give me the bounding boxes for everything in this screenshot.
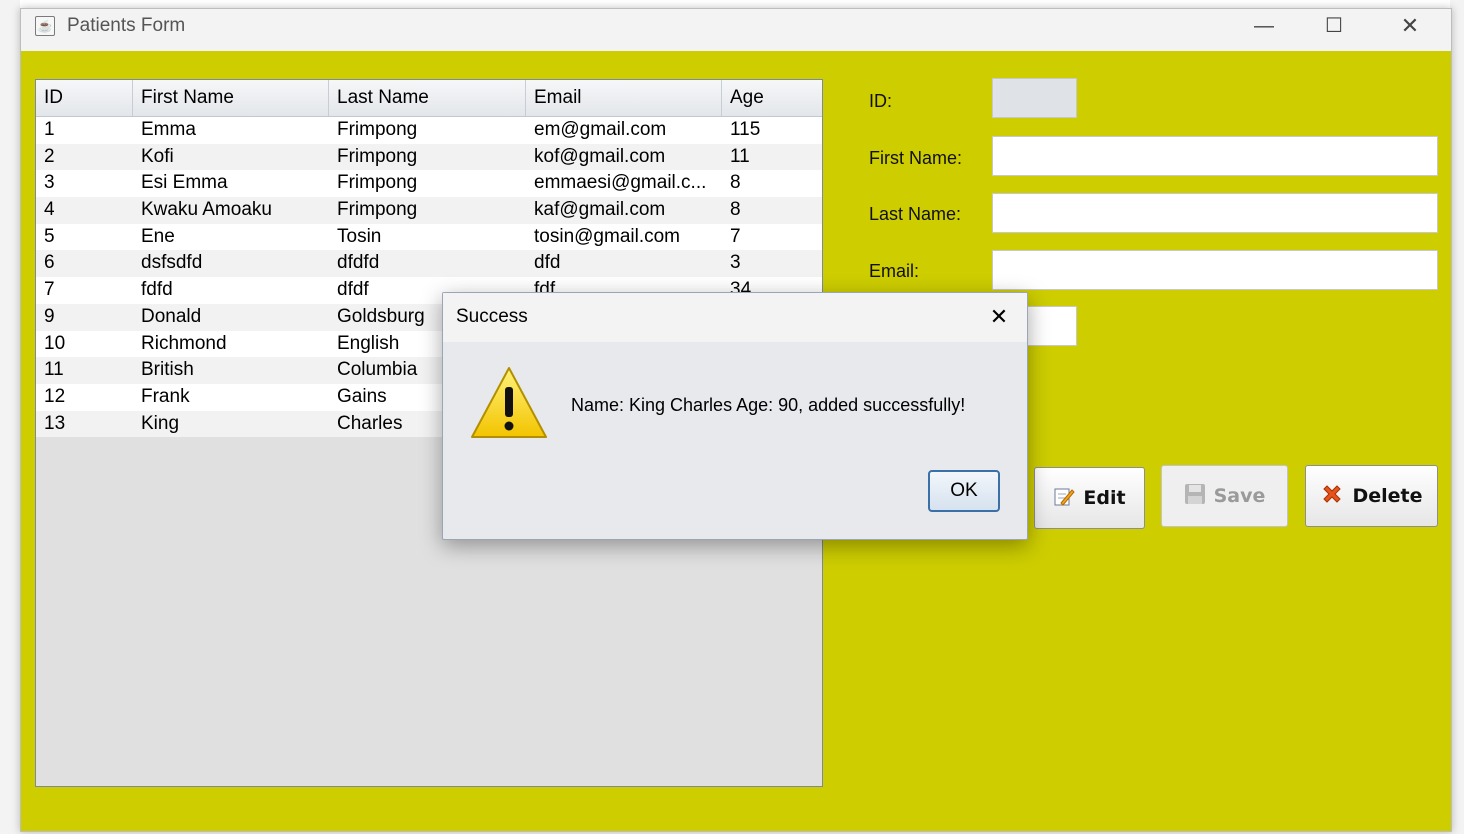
cell-last-name: dfdfd xyxy=(337,252,380,274)
email-label: Email: xyxy=(869,261,920,281)
column-header-last-name[interactable]: Last Name xyxy=(329,80,526,116)
dialog-close-button[interactable]: ✕ xyxy=(983,301,1015,333)
cell-first-name: Emma xyxy=(141,119,196,140)
cell-age: 115 xyxy=(730,119,761,140)
cell-age: 3 xyxy=(730,252,741,274)
cell-email: em@gmail.com xyxy=(534,119,667,140)
cell-id: 5 xyxy=(44,225,55,247)
cell-last-name: Frimpong xyxy=(337,199,418,221)
last-name-field[interactable] xyxy=(992,193,1438,233)
delete-icon xyxy=(1320,482,1344,511)
cell-first-name: dsfsdfd xyxy=(141,252,203,274)
background-app-left xyxy=(0,0,20,834)
cell-id: 1 xyxy=(44,119,55,140)
cell-email: kaf@gmail.com xyxy=(534,199,666,221)
cell-first-name: Kwaku Amoaku xyxy=(141,199,272,221)
save-icon xyxy=(1184,483,1206,510)
save-button[interactable]: Save xyxy=(1161,465,1288,527)
id-field[interactable] xyxy=(992,78,1077,118)
edit-icon xyxy=(1053,485,1076,512)
cell-id: 9 xyxy=(44,305,55,327)
cell-email: dfd xyxy=(534,252,561,274)
cell-id: 2 xyxy=(44,145,55,167)
table-row[interactable]: 2 Kofi Frimpong kof@gmail.com 11 xyxy=(36,143,822,171)
cell-id: 4 xyxy=(44,199,55,221)
edit-button-label: Edit xyxy=(1083,487,1126,509)
column-header-age[interactable]: Age xyxy=(722,80,822,116)
cell-email: kof@gmail.com xyxy=(534,145,666,167)
cell-age: 8 xyxy=(730,199,741,221)
last-name-label: Last Name: xyxy=(869,204,962,224)
cell-first-name: Frank xyxy=(141,385,190,407)
dialog-title-bar[interactable]: Success ✕ xyxy=(443,293,1027,342)
cell-first-name: Richmond xyxy=(141,332,227,354)
cell-email: tosin@gmail.com xyxy=(534,225,680,247)
minimize-button[interactable]: — xyxy=(1241,11,1287,41)
java-icon: ☕ xyxy=(35,16,55,36)
ok-button[interactable]: OK xyxy=(928,470,1000,512)
first-name-field[interactable] xyxy=(992,136,1438,176)
cell-first-name: Donald xyxy=(141,305,202,327)
success-dialog: Success ✕ Name: King Charles Age: 90, ad… xyxy=(442,292,1028,540)
column-header-first-name[interactable]: First Name xyxy=(133,80,329,116)
cell-first-name: fdfd xyxy=(141,279,173,301)
background-app-right xyxy=(1450,0,1464,834)
warning-icon xyxy=(469,365,549,447)
delete-button-label: Delete xyxy=(1352,485,1423,507)
cell-first-name: British xyxy=(141,359,194,381)
maximize-button[interactable]: ☐ xyxy=(1311,11,1357,41)
cell-last-name: Frimpong xyxy=(337,145,418,167)
email-field[interactable] xyxy=(992,250,1438,290)
table-row[interactable]: 4 Kwaku Amoaku Frimpong kaf@gmail.com 8 xyxy=(36,197,822,224)
save-button-label: Save xyxy=(1213,485,1266,507)
window-title: Patients Form xyxy=(67,15,186,36)
dialog-title: Success xyxy=(456,306,528,327)
cell-age: 7 xyxy=(730,225,741,247)
close-button[interactable]: ✕ xyxy=(1387,11,1433,41)
column-header-email[interactable]: Email xyxy=(526,80,722,116)
table-row[interactable]: 1 Emma Frimpong em@gmail.com 115 xyxy=(36,117,822,144)
cell-first-name: Ene xyxy=(141,225,175,247)
cell-id: 13 xyxy=(44,412,66,434)
cell-age: 8 xyxy=(730,172,741,194)
dialog-message: Name: King Charles Age: 90, added succes… xyxy=(571,395,966,415)
cell-first-name: Kofi xyxy=(141,145,174,167)
cell-last-name: Frimpong xyxy=(337,119,418,140)
cell-last-name: Tosin xyxy=(337,225,382,247)
cell-id: 6 xyxy=(44,252,55,274)
table-row[interactable]: 5 Ene Tosin tosin@gmail.com 7 xyxy=(36,223,822,251)
cell-email: emmaesi@gmail.c... xyxy=(534,172,707,194)
cell-first-name: King xyxy=(141,412,180,434)
cell-last-name: Frimpong xyxy=(337,172,418,194)
title-bar[interactable]: ☕ Patients Form — ☐ ✕ xyxy=(21,9,1451,51)
id-label: ID: xyxy=(869,91,893,111)
table-header: ID First Name Last Name Email Age xyxy=(36,80,822,117)
cell-id: 12 xyxy=(44,385,66,407)
cell-first-name: Esi Emma xyxy=(141,172,228,194)
cell-id: 11 xyxy=(44,359,64,381)
table-row[interactable]: 3 Esi Emma Frimpong emmaesi@gmail.c... 8 xyxy=(36,170,822,198)
cell-id: 7 xyxy=(44,279,55,301)
first-name-label: First Name: xyxy=(869,148,963,168)
table-row[interactable]: 6 dsfsdfd dfdfd dfd 3 xyxy=(36,250,822,278)
cell-age: 11 xyxy=(730,145,750,167)
cell-id: 3 xyxy=(44,172,55,194)
edit-button[interactable]: Edit xyxy=(1034,467,1145,529)
cell-id: 10 xyxy=(44,332,66,354)
delete-button[interactable]: Delete xyxy=(1305,465,1438,527)
column-header-id[interactable]: ID xyxy=(36,80,133,116)
